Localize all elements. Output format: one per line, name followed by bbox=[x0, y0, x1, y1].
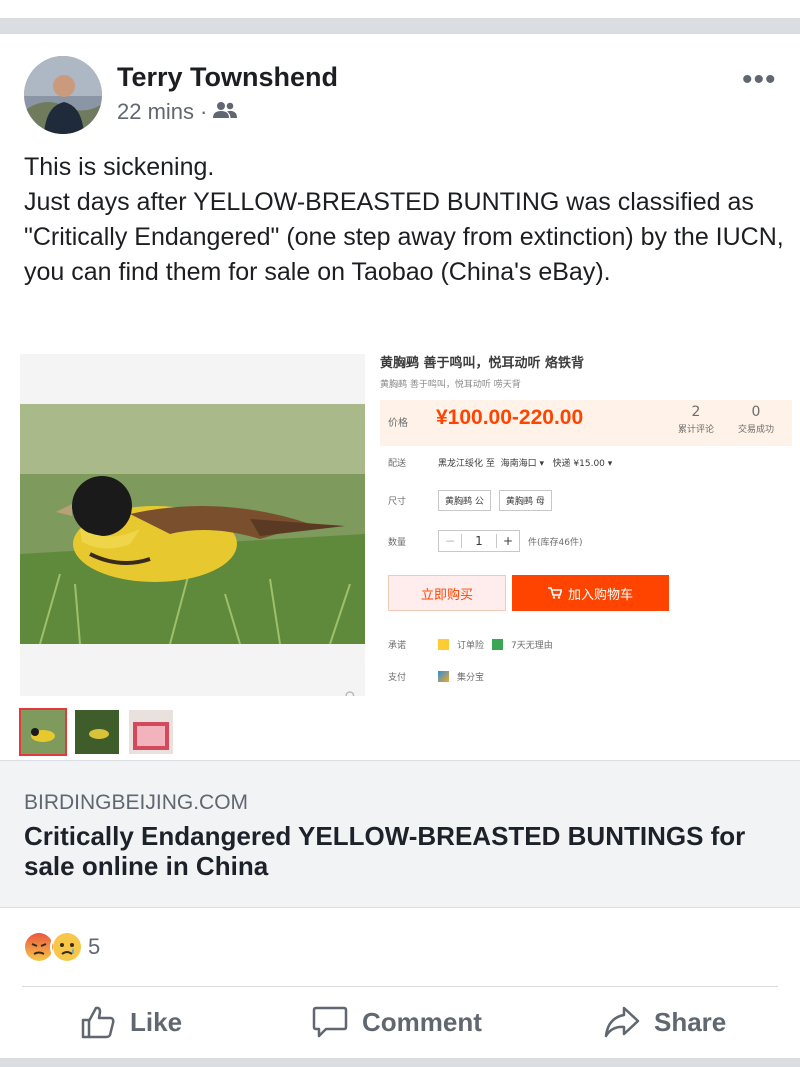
shop-subtitle: 黄胸鹀 善于鸣叫，悦耳动听 唠天背 bbox=[380, 380, 521, 390]
feed-separator-bottom bbox=[0, 1058, 800, 1067]
payment-value[interactable]: 集分宝 bbox=[457, 670, 484, 683]
like-button[interactable]: Like bbox=[80, 1005, 182, 1039]
shipping-row: 配送 黑龙江绥化 至 海南海口 ▾ 快递 ¥15.00 ▾ bbox=[388, 456, 612, 469]
reviews-label: 累计评论 bbox=[678, 425, 715, 435]
shipping-label: 配送 bbox=[388, 459, 407, 469]
sales-label: 交易成功 bbox=[738, 425, 775, 435]
reaction-count: 5 bbox=[88, 934, 101, 959]
feed-separator bbox=[0, 18, 800, 34]
shipping-value[interactable]: 黑龙江绥化 至 海南海口 ▾ 快递 ¥15.00 ▾ bbox=[438, 456, 612, 469]
share-icon bbox=[604, 1006, 640, 1038]
zoom-icon[interactable]: ⚲ bbox=[344, 688, 356, 696]
author-avatar[interactable] bbox=[24, 56, 102, 134]
payment-label: 支付 bbox=[388, 673, 407, 683]
size-option-male[interactable]: 黄胸鹀 公 bbox=[438, 490, 491, 511]
shop-panel: 黄胸鹀 善于鸣叫，悦耳动听 烙铁背 黄胸鹀 善于鸣叫，悦耳动听 唠天背 价格 ¥… bbox=[380, 350, 792, 683]
buy-now-button[interactable]: 立即购买 bbox=[388, 575, 506, 611]
comment-icon bbox=[312, 1006, 348, 1038]
stock-text: 件(库存46件) bbox=[528, 537, 583, 548]
promise-return[interactable]: 7天无理由 bbox=[511, 638, 553, 651]
share-button[interactable]: Share bbox=[604, 1005, 726, 1039]
author-name[interactable]: Terry Townshend bbox=[117, 62, 338, 93]
meta-separator: · bbox=[200, 99, 208, 124]
post-time[interactable]: 22 mins bbox=[117, 99, 194, 125]
promise-insurance[interactable]: 订单险 bbox=[457, 638, 484, 651]
link-card[interactable]: BIRDINGBEIJING.COM Critically Endangered… bbox=[0, 760, 800, 908]
more-options-icon[interactable]: ••• bbox=[742, 65, 777, 95]
return-policy-icon bbox=[492, 639, 504, 650]
payment-row: 支付 集分宝 bbox=[388, 670, 484, 683]
link-preview-image[interactable]: ⚲ 黄胸鹀 善于鸣叫，悦耳动听 烙铁背 黄胸鹀 善于鸣叫，悦耳动听 唠天背 价格… bbox=[0, 340, 800, 760]
thumbnail-2[interactable] bbox=[75, 710, 119, 754]
sales-stat[interactable]: 0 交易成功 bbox=[738, 404, 774, 435]
like-icon bbox=[81, 1006, 115, 1039]
price-box: 价格 ¥100.00-220.00 2 累计评论 0 交易成功 bbox=[380, 400, 792, 446]
post-text: This is sickening. Just days after YELLO… bbox=[24, 153, 784, 286]
post-meta: 22 mins · bbox=[117, 99, 238, 125]
actions-divider bbox=[22, 986, 778, 987]
sad-reaction-icon bbox=[50, 930, 84, 964]
top-band bbox=[0, 0, 800, 18]
thumbnail-1[interactable] bbox=[19, 708, 67, 756]
size-label: 尺寸 bbox=[388, 497, 407, 507]
link-domain: BIRDINGBEIJING.COM bbox=[24, 791, 249, 814]
add-to-cart-label: 加入购物车 bbox=[567, 587, 633, 603]
link-title[interactable]: Critically Endangered YELLOW-BREASTED BU… bbox=[24, 821, 784, 881]
reactions-summary[interactable]: 5 bbox=[22, 930, 100, 964]
qty-input[interactable]: 1 bbox=[461, 534, 497, 548]
friends-icon[interactable] bbox=[213, 99, 238, 125]
size-option-female[interactable]: 黄胸鹀 母 bbox=[498, 490, 552, 511]
promise-label: 承诺 bbox=[388, 641, 407, 651]
like-label: Like bbox=[130, 1006, 183, 1037]
price-label: 价格 bbox=[388, 418, 408, 429]
comment-button[interactable]: Comment bbox=[312, 1005, 482, 1039]
quantity-stepper: − 1 + bbox=[438, 530, 520, 552]
quantity-row: 数量 − 1 + 件(库存46件) bbox=[388, 530, 582, 552]
reviews-stat[interactable]: 2 累计评论 bbox=[678, 404, 714, 435]
share-label: Share bbox=[654, 1006, 727, 1037]
quantity-label: 数量 bbox=[388, 537, 407, 548]
size-row: 尺寸 黄胸鹀 公 黄胸鹀 母 bbox=[388, 490, 552, 511]
sales-count: 0 bbox=[751, 404, 761, 420]
thumbnail-3[interactable] bbox=[129, 710, 173, 754]
qty-decrease-button[interactable]: − bbox=[439, 534, 461, 548]
insurance-icon bbox=[438, 639, 449, 650]
reviews-count: 2 bbox=[691, 404, 701, 420]
promise-row: 承诺 订单险 7天无理由 bbox=[388, 638, 553, 651]
comment-label: Comment bbox=[362, 1006, 482, 1037]
price-value: ¥100.00-220.00 bbox=[436, 406, 584, 429]
bird-photo: ⚲ bbox=[20, 354, 365, 696]
qty-increase-button[interactable]: + bbox=[497, 534, 519, 548]
shop-title: 黄胸鹀 善于鸣叫，悦耳动听 烙铁背 bbox=[380, 356, 585, 371]
cart-icon bbox=[547, 587, 562, 599]
add-to-cart-button[interactable]: 加入购物车 bbox=[512, 575, 669, 611]
jifenbao-icon bbox=[438, 671, 449, 682]
